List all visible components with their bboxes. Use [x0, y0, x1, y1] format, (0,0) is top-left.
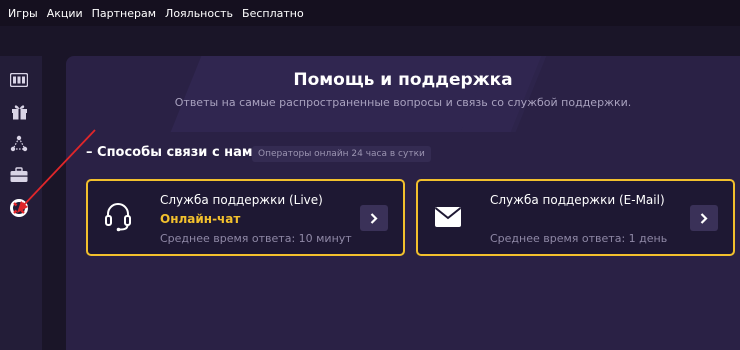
headset-icon — [102, 201, 134, 233]
page-title: Помощь и поддержка — [293, 70, 513, 90]
chevron-right-icon — [370, 212, 378, 224]
gift-icon[interactable] — [9, 101, 29, 121]
live-support-card[interactable]: Служба поддержки (Live) Онлайн-чат Средн… — [86, 179, 405, 256]
lifebuoy-icon[interactable] — [9, 198, 29, 218]
card-subtitle: Онлайн-чат — [160, 212, 241, 226]
page-subtitle: Ответы на самые распространенные вопросы… — [174, 96, 632, 109]
envelope-icon — [432, 201, 464, 233]
nav-promotions[interactable]: Акции — [47, 7, 83, 20]
card-response-time: Среднее время ответа: 1 день — [490, 232, 668, 245]
network-icon[interactable] — [9, 133, 29, 153]
chevron-right-icon — [700, 212, 708, 224]
sidebar — [0, 56, 42, 350]
nav-partners[interactable]: Партнерам — [92, 7, 156, 20]
briefcase-icon[interactable] — [9, 165, 29, 185]
top-navigation: Игры Акции Партнерам Лояльность Бесплатн… — [0, 0, 740, 26]
section-title: – Способы связи с нами — [86, 145, 262, 160]
email-support-card[interactable]: Служба поддержки (E-Mail) Среднее время … — [416, 179, 735, 256]
operators-online-badge: Операторы онлайн 24 часа в сутки — [252, 146, 431, 162]
nav-loyalty[interactable]: Лояльность — [165, 7, 233, 20]
card-title: Служба поддержки (E-Mail) — [490, 193, 665, 207]
nav-games[interactable]: Игры — [8, 7, 38, 20]
support-panel: Помощь и поддержка Ответы на самые распр… — [66, 56, 740, 350]
card-title: Служба поддержки (Live) — [160, 193, 323, 207]
open-live-chat-button[interactable] — [360, 205, 388, 231]
nav-free[interactable]: Бесплатно — [242, 7, 304, 20]
open-email-button[interactable] — [690, 205, 718, 231]
card-response-time: Среднее время ответа: 10 минут — [160, 232, 352, 245]
slots-icon[interactable] — [9, 70, 29, 90]
